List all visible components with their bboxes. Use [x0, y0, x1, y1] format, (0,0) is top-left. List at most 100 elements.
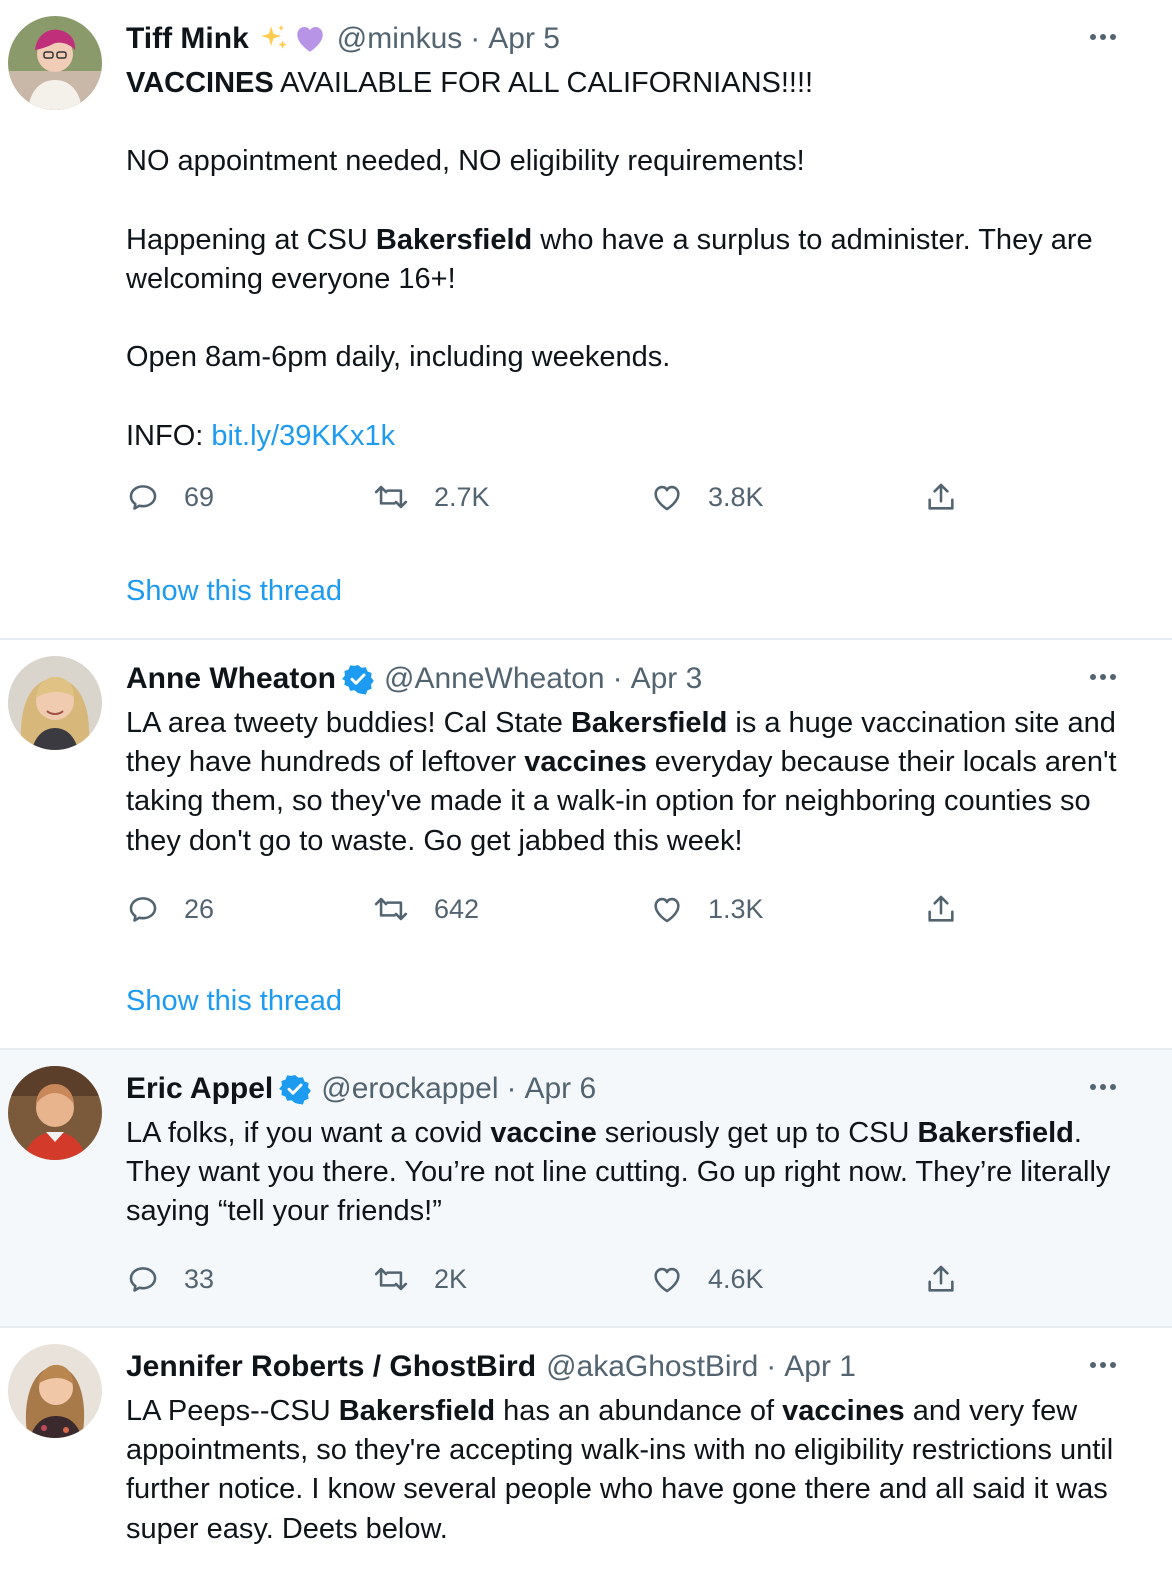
reply-icon [126, 892, 160, 926]
name-emoji [257, 22, 327, 56]
reply-button[interactable]: 26 [126, 892, 214, 926]
tweet-paragraph: NO appointment needed, NO eligibility re… [126, 142, 1136, 181]
tweet-header: Eric Appel @erockappel · Apr 6 [126, 1068, 596, 1110]
share-button[interactable] [924, 892, 958, 926]
retweet-button[interactable]: 2K [372, 1262, 467, 1296]
action-bar: 69 2.7K 3.8K [126, 480, 1172, 520]
retweet-count: 642 [434, 893, 480, 924]
verified-badge-icon [342, 663, 374, 695]
like-button[interactable]: 1.3K [650, 892, 764, 926]
tweet-header: Tiff Mink @minkus · Apr 5 [126, 18, 560, 60]
reply-icon [126, 480, 160, 514]
highlighted-keyword: Bakersfield [570, 707, 728, 739]
author-name[interactable]: Anne Wheaton [126, 662, 336, 696]
tweet-paragraph: LA Peeps--CSU Bakersfield has an abundan… [126, 1392, 1136, 1549]
sparkles-icon [257, 22, 291, 56]
heart-icon [650, 480, 684, 514]
avatar[interactable] [8, 1066, 102, 1160]
reply-icon [126, 1262, 160, 1296]
text-segment: NO appointment needed, NO eligibility re… [126, 145, 805, 178]
retweet-button[interactable]: 2.7K [372, 480, 490, 514]
share-button[interactable] [924, 1262, 958, 1296]
like-count: 4.6K [708, 1263, 764, 1294]
info-link[interactable]: bit.ly/39KKx1k [211, 420, 395, 452]
share-icon [924, 892, 958, 926]
author-name[interactable]: Eric Appel [126, 1072, 273, 1106]
heart-icon [650, 892, 684, 926]
tweet-paragraph: Open 8am-6pm daily, including weekends. [126, 338, 1136, 377]
like-count: 1.3K [708, 893, 764, 924]
heart-icon [650, 1262, 684, 1296]
share-icon [924, 1262, 958, 1296]
reply-count: 69 [184, 481, 215, 512]
tweet[interactable]: Tiff Mink @minkus · Apr 5 VACCINES AVAIL… [0, 0, 1172, 640]
more-options-icon[interactable] [1090, 674, 1116, 680]
reply-button[interactable]: 33 [126, 1262, 214, 1296]
tweet-paragraph: INFO: bit.ly/39KKx1k [126, 417, 1136, 456]
tweet-header: Jennifer Roberts / GhostBird @akaGhostBi… [126, 1346, 856, 1388]
tweet-date[interactable]: Apr 1 [784, 1350, 856, 1384]
separator-dot: · [766, 1350, 777, 1383]
avatar[interactable] [8, 1344, 102, 1438]
purple-heart-icon [293, 22, 327, 56]
more-options-icon[interactable] [1090, 1362, 1116, 1368]
author-handle[interactable]: @akaGhostBird [546, 1350, 758, 1384]
tweet[interactable]: Jennifer Roberts / GhostBird @akaGhostBi… [0, 1328, 1172, 1596]
tweet-paragraph: VACCINES AVAILABLE FOR ALL CALIFORNIANS!… [126, 64, 1136, 103]
highlighted-keyword: Bakersfield [917, 1117, 1074, 1149]
tweet-text: LA folks, if you want a covid vaccine se… [126, 1114, 1136, 1232]
author-handle[interactable]: @erockappel [321, 1072, 498, 1106]
text-segment: Happening at CSU [126, 223, 376, 256]
tweet[interactable]: Eric Appel @erockappel · Apr 6 LA folks,… [0, 1050, 1172, 1328]
retweet-count: 2.7K [434, 481, 490, 512]
author-name[interactable]: Tiff Mink [126, 22, 249, 56]
tweet-paragraph: LA area tweety buddies! Cal State Bakers… [126, 704, 1136, 861]
show-thread-link[interactable]: Show this thread [126, 575, 342, 608]
share-icon [924, 480, 958, 514]
reply-button[interactable]: 69 [126, 480, 214, 514]
tweet-text: LA Peeps--CSU Bakersfield has an abundan… [126, 1392, 1136, 1549]
tweet-paragraph: LA folks, if you want a covid vaccine se… [126, 1114, 1136, 1232]
author-handle[interactable]: @AnneWheaton [384, 662, 605, 696]
show-thread-link[interactable]: Show this thread [126, 985, 342, 1018]
text-segment: LA Peeps--CSU [126, 1395, 339, 1427]
tweet-text: LA area tweety buddies! Cal State Bakers… [126, 704, 1136, 861]
tweet[interactable]: Anne Wheaton @AnneWheaton · Apr 3 LA are… [0, 640, 1172, 1050]
text-segment: INFO: [126, 419, 212, 452]
like-button[interactable]: 4.6K [650, 1262, 764, 1296]
highlighted-keyword: vaccine [490, 1117, 597, 1149]
timeline: Tiff Mink @minkus · Apr 5 VACCINES AVAIL… [0, 0, 1172, 1596]
text-segment: LA folks, if you want a covid [126, 1117, 491, 1149]
share-button[interactable] [924, 480, 958, 514]
like-button[interactable]: 3.8K [650, 480, 764, 514]
tweet-paragraph: Happening at CSU Bakersfield who have a … [126, 221, 1136, 299]
retweet-icon [372, 480, 410, 514]
tweet-text: VACCINES AVAILABLE FOR ALL CALIFORNIANS!… [126, 64, 1136, 456]
text-segment: LA area tweety buddies! Cal State [126, 707, 571, 739]
text-segment: AVAILABLE FOR ALL CALIFORNIANS!!!! [273, 67, 814, 99]
retweet-icon [372, 892, 410, 926]
text-segment: has an abundance of [495, 1395, 783, 1427]
retweet-icon [372, 1262, 410, 1296]
more-options-icon[interactable] [1090, 1084, 1116, 1090]
author-name[interactable]: Jennifer Roberts / GhostBird [126, 1350, 536, 1384]
highlighted-keyword: vaccines [782, 1395, 905, 1427]
reply-count: 26 [184, 893, 215, 924]
retweet-button[interactable]: 642 [372, 892, 479, 926]
text-segment: Open 8am-6pm daily, including weekends. [126, 341, 671, 374]
highlighted-keyword: Bakersfield [338, 1395, 496, 1427]
avatar[interactable] [8, 16, 102, 110]
separator-dot: · [470, 22, 481, 55]
tweet-date[interactable]: Apr 5 [488, 22, 560, 56]
highlighted-keyword: vaccines [524, 746, 647, 779]
like-count: 3.8K [708, 481, 764, 512]
tweet-header: Anne Wheaton @AnneWheaton · Apr 3 [126, 658, 702, 700]
separator-dot: · [506, 1072, 517, 1105]
avatar[interactable] [8, 656, 102, 750]
action-bar: 26 642 1.3K [126, 892, 1172, 932]
tweet-date[interactable]: Apr 6 [524, 1072, 596, 1106]
reply-count: 33 [184, 1263, 215, 1294]
more-options-icon[interactable] [1090, 34, 1116, 40]
tweet-date[interactable]: Apr 3 [631, 662, 703, 696]
author-handle[interactable]: @minkus [337, 22, 462, 56]
